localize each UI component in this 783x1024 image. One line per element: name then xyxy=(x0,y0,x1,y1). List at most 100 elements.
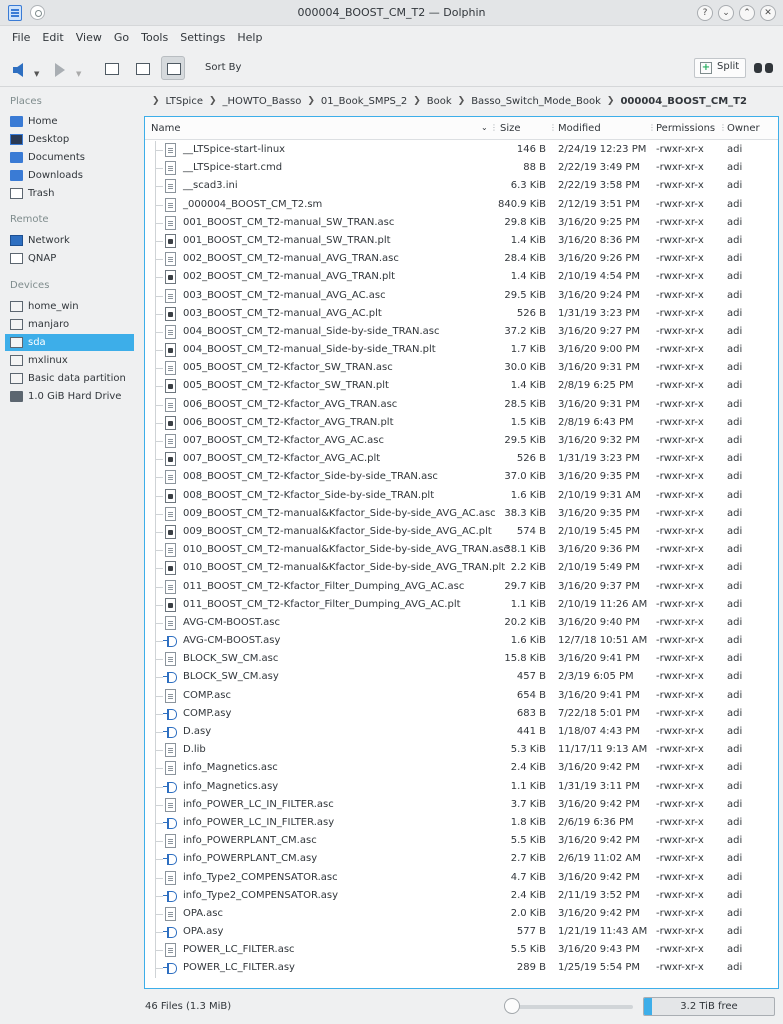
file-size: 574 B xyxy=(516,525,546,537)
table-row[interactable]: 010_BOOST_CM_T2-manual&Kfactor_Side-by-s… xyxy=(145,559,778,578)
menu-tools[interactable]: Tools xyxy=(135,27,174,49)
table-row[interactable]: 011_BOOST_CM_T2-Kfactor_Filter_Dumping_A… xyxy=(145,577,778,596)
table-row[interactable]: info_Type2_COMPENSATOR.asy 2.4 KiB 2/11/19… xyxy=(145,886,778,905)
table-row[interactable]: 010_BOOST_CM_T2-manual&Kfactor_Side-by-s… xyxy=(145,541,778,560)
table-row[interactable]: COMP.asc 654 B 3/16/20 9:41 PM -rwxr-xr-x ad… xyxy=(145,686,778,705)
binoculars-icon[interactable] xyxy=(754,60,774,74)
help-button[interactable]: ? xyxy=(697,5,713,21)
table-row[interactable]: AVG-CM-BOOST.asy 1.6 KiB 12/7/18 10:51 AM -… xyxy=(145,632,778,651)
sidebar-item-downloads[interactable]: Downloads xyxy=(5,167,134,184)
column-header-modified[interactable]: Modified xyxy=(558,123,601,134)
table-row[interactable]: 002_BOOST_CM_T2-manual_AVG_TRAN.asc 28.4 … xyxy=(145,250,778,269)
table-row[interactable]: 003_BOOST_CM_T2-manual_AVG_AC.asc 29.5 Ki… xyxy=(145,286,778,305)
table-row[interactable]: 009_BOOST_CM_T2-manual&Kfactor_Side-by-s… xyxy=(145,522,778,542)
table-row[interactable]: BLOCK_SW_CM.asy 457 B 2/3/19 6:05 PM -rwxr-… xyxy=(145,668,778,687)
sidebar-item-home-win[interactable]: home_win xyxy=(5,298,134,315)
sidebar-item-trash[interactable]: Trash xyxy=(5,185,134,202)
table-row[interactable]: 008_BOOST_CM_T2-Kfactor_Side-by-side_TRA… xyxy=(145,486,778,505)
menu-settings[interactable]: Settings xyxy=(174,27,231,49)
text-file-icon xyxy=(165,543,176,558)
breadcrumb-item[interactable]: Basso_Switch_Mode_Book xyxy=(471,96,601,107)
table-row[interactable]: 004_BOOST_CM_T2-manual_Side-by-side_TRAN… xyxy=(145,341,778,360)
close-button[interactable]: ✕ xyxy=(760,5,776,21)
details-view-button[interactable] xyxy=(161,56,185,80)
free-space-indicator[interactable]: 3.2 TiB free xyxy=(643,997,775,1016)
table-row[interactable]: 006_BOOST_CM_T2-Kfactor_AVG_TRAN.plt 1.5 … xyxy=(145,413,778,432)
table-row[interactable]: _000004_BOOST_CM_T2.sm 840.9 KiB 2/12/19 3… xyxy=(145,195,778,214)
column-header-size[interactable]: Size xyxy=(500,123,521,134)
file-list[interactable]: Name ⌄ ⋮ Size ⋮ Modified ⋮ Permissions ⋮… xyxy=(144,116,779,989)
table-row[interactable]: info_Magnetics.asc 2.4 KiB 3/16/20 9:42 PM… xyxy=(145,759,778,778)
back-button[interactable]: ▼ xyxy=(10,56,44,82)
sidebar-item-hard-drive[interactable]: 1.0 GiB Hard Drive xyxy=(5,388,134,405)
file-name: info_POWERPLANT_CM.asy xyxy=(183,853,318,865)
file-name: 011_BOOST_CM_T2-Kfactor_Filter_Dumping_A… xyxy=(183,580,465,592)
sidebar-item-network[interactable]: Network xyxy=(5,232,134,249)
table-row[interactable]: __scad3.ini 6.3 KiB 2/22/19 3:58 PM -rwxr-x… xyxy=(145,177,778,196)
sidebar-item-desktop[interactable]: Desktop xyxy=(5,131,134,148)
menu-file[interactable]: File xyxy=(6,27,36,49)
table-row[interactable]: info_POWERPLANT_CM.asy 2.7 KiB 2/6/19 11:0… xyxy=(145,850,778,869)
sidebar-item-qnap[interactable]: QNAP xyxy=(5,250,134,267)
table-row[interactable]: 004_BOOST_CM_T2-manual_Side-by-side_TRAN… xyxy=(145,322,778,342)
split-button[interactable]: + Split xyxy=(694,58,747,78)
table-row[interactable]: info_Type2_COMPENSATOR.asc 4.7 KiB 3/16/20… xyxy=(145,868,778,887)
table-row[interactable]: D.asy 441 B 1/18/07 4:43 PM -rwxr-xr-x adi xyxy=(145,723,778,742)
breadcrumb-current[interactable]: 000004_BOOST_CM_T2 xyxy=(620,96,746,107)
sidebar-item-mxlinux[interactable]: mxlinux xyxy=(5,352,134,369)
table-row[interactable]: 008_BOOST_CM_T2-Kfactor_Side-by-side_TRA… xyxy=(145,468,778,487)
icons-view-button[interactable] xyxy=(99,56,123,80)
breadcrumb-item[interactable]: Book xyxy=(427,96,452,107)
sort-by-button[interactable]: Sort By xyxy=(205,62,241,73)
tree-line xyxy=(155,822,163,824)
file-modified: 2/10/19 5:49 PM xyxy=(558,562,641,574)
compact-view-button[interactable] xyxy=(130,56,154,80)
sidebar-item-manjaro[interactable]: manjaro xyxy=(5,316,134,333)
table-row[interactable]: 002_BOOST_CM_T2-manual_AVG_TRAN.plt 1.4 K… xyxy=(145,268,778,287)
table-row[interactable]: 005_BOOST_CM_T2-Kfactor_SW_TRAN.plt 1.4 K… xyxy=(145,377,778,396)
table-row[interactable]: OPA.asc 2.0 KiB 3/16/20 9:42 PM -rwxr-xr-x a… xyxy=(145,904,778,924)
file-permissions: -rwxr-xr-x xyxy=(656,580,704,592)
table-row[interactable]: 007_BOOST_CM_T2-Kfactor_AVG_AC.plt 526 B 1… xyxy=(145,450,778,469)
breadcrumb-item[interactable]: 01_Book_SMPS_2 xyxy=(321,96,407,107)
maximize-button[interactable]: ⌃ xyxy=(739,5,755,21)
minimize-button[interactable]: ⌄ xyxy=(718,5,734,21)
table-row[interactable]: 011_BOOST_CM_T2-Kfactor_Filter_Dumping_A… xyxy=(145,595,778,614)
table-row[interactable]: 005_BOOST_CM_T2-Kfactor_SW_TRAN.asc 30.0 … xyxy=(145,359,778,378)
table-row[interactable]: POWER_LC_FILTER.asc 5.5 KiB 3/16/20 9:43 P… xyxy=(145,941,778,960)
sidebar-item-basic-data-partition[interactable]: Basic data partition xyxy=(5,370,134,387)
table-row[interactable]: 009_BOOST_CM_T2-manual&Kfactor_Side-by-s… xyxy=(145,504,778,523)
table-row[interactable]: info_POWERPLANT_CM.asc 5.5 KiB 3/16/20 9:4… xyxy=(145,832,778,851)
table-row[interactable]: 001_BOOST_CM_T2-manual_SW_TRAN.asc 29.8 K… xyxy=(145,213,778,232)
table-row[interactable]: info_POWER_LC_IN_FILTER.asy 1.8 KiB 2/6/19… xyxy=(145,813,778,833)
breadcrumb-item[interactable]: LTSpice xyxy=(166,96,203,107)
table-row[interactable]: __LTSpice-start-linux 146 B 2/24/19 12:23 … xyxy=(145,141,778,160)
table-row[interactable]: D.lib 5.3 KiB 11/17/11 9:13 AM -rwxr-xr-x ad… xyxy=(145,741,778,760)
sidebar-item-sda[interactable]: sda xyxy=(5,334,134,351)
table-row[interactable]: 006_BOOST_CM_T2-Kfactor_AVG_TRAN.asc 28.5… xyxy=(145,395,778,414)
table-row[interactable]: info_POWER_LC_IN_FILTER.asc 3.7 KiB 3/16/2… xyxy=(145,795,778,814)
column-header-permissions[interactable]: Permissions xyxy=(656,123,715,134)
table-row[interactable]: 007_BOOST_CM_T2-Kfactor_AVG_AC.asc 29.5 K… xyxy=(145,432,778,451)
table-row[interactable]: __LTSpice-start.cmd 88 B 2/22/19 3:49 PM -r… xyxy=(145,159,778,178)
table-row[interactable]: info_Magnetics.asy 1.1 KiB 1/31/19 3:11 PM… xyxy=(145,777,778,796)
table-row[interactable]: POWER_LC_FILTER.asy 289 B 1/25/19 5:54 PM -… xyxy=(145,959,778,978)
menu-help[interactable]: Help xyxy=(231,27,268,49)
menu-view[interactable]: View xyxy=(70,27,108,49)
table-row[interactable]: 003_BOOST_CM_T2-manual_AVG_AC.plt 526 B 1/… xyxy=(145,304,778,323)
sidebar-item-home[interactable]: Home xyxy=(5,113,134,130)
forward-button[interactable]: ▼ xyxy=(50,56,86,82)
table-row[interactable]: OPA.asy 577 B 1/21/19 11:43 AM -rwxr-xr-x ad… xyxy=(145,923,778,942)
menu-go[interactable]: Go xyxy=(108,27,135,49)
table-row[interactable]: AVG-CM-BOOST.asc 20.2 KiB 3/16/20 9:40 PM -… xyxy=(145,613,778,633)
breadcrumb-item[interactable]: _HOWTO_Basso xyxy=(223,96,302,107)
zoom-slider-track[interactable] xyxy=(507,1005,633,1009)
table-row[interactable]: BLOCK_SW_CM.asc 15.8 KiB 3/16/20 9:41 PM -r… xyxy=(145,650,778,669)
sidebar-item-documents[interactable]: Documents xyxy=(5,149,134,166)
zoom-slider-handle[interactable] xyxy=(504,998,520,1014)
table-row[interactable]: 001_BOOST_CM_T2-manual_SW_TRAN.plt 1.4 Ki… xyxy=(145,231,778,251)
column-header-owner[interactable]: Owner xyxy=(727,123,760,134)
column-header-name[interactable]: Name xyxy=(151,123,181,134)
table-row[interactable]: COMP.asy 683 B 7/22/18 5:01 PM -rwxr-xr-x ad… xyxy=(145,704,778,723)
menu-edit[interactable]: Edit xyxy=(36,27,69,49)
